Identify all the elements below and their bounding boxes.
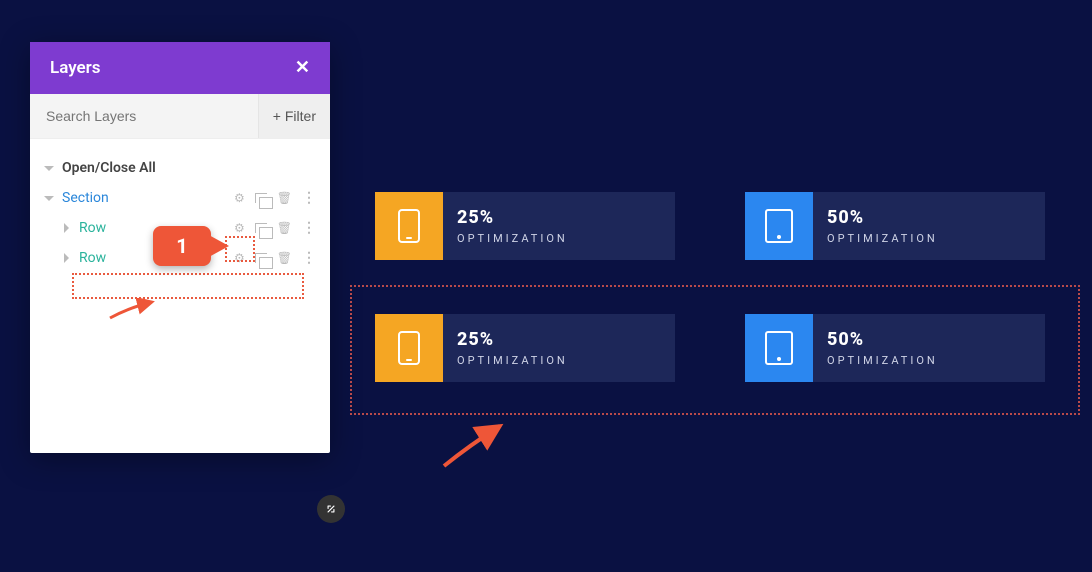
card-text: 25% OPTIMIZATION xyxy=(443,314,675,382)
resize-handle[interactable] xyxy=(317,495,345,523)
card-icon-cell xyxy=(745,314,813,382)
card-percent: 50% xyxy=(827,207,1031,228)
more-icon[interactable] xyxy=(302,220,316,236)
caret-down-icon xyxy=(44,196,54,201)
trash-icon[interactable] xyxy=(277,220,292,236)
card-text: 50% OPTIMIZATION xyxy=(813,314,1045,382)
tree-item-section[interactable]: Section xyxy=(40,183,320,213)
row-label: Row xyxy=(79,220,106,236)
card-label: OPTIMIZATION xyxy=(457,232,661,245)
trash-icon[interactable] xyxy=(277,190,292,206)
gear-icon[interactable] xyxy=(234,220,245,236)
callout-bubble: 1 xyxy=(153,226,211,266)
canvas: 25% OPTIMIZATION 50% OPTIMIZATION 25% OP… xyxy=(375,192,1045,436)
filter-button[interactable]: + Filter xyxy=(258,94,330,138)
search-row: + Filter xyxy=(30,94,330,139)
card-label: OPTIMIZATION xyxy=(457,354,661,367)
duplicate-icon[interactable] xyxy=(255,253,267,263)
section-label: Section xyxy=(62,190,109,206)
card-icon-cell xyxy=(375,314,443,382)
card-optimization[interactable]: 50% OPTIMIZATION xyxy=(745,192,1045,260)
card-row: 25% OPTIMIZATION 50% OPTIMIZATION xyxy=(375,314,1045,382)
plus-icon: + xyxy=(273,108,281,124)
tablet-icon xyxy=(765,331,793,365)
phone-icon xyxy=(398,331,420,365)
card-icon-cell xyxy=(745,192,813,260)
panel-title: Layers xyxy=(50,58,101,78)
close-icon[interactable]: ✕ xyxy=(295,59,310,77)
card-optimization[interactable]: 25% OPTIMIZATION xyxy=(375,192,675,260)
tree-actions xyxy=(234,220,316,236)
caret-right-icon xyxy=(64,253,69,263)
more-icon[interactable] xyxy=(302,190,316,206)
card-percent: 50% xyxy=(827,329,1031,350)
open-close-all[interactable]: Open/Close All xyxy=(40,153,320,183)
card-percent: 25% xyxy=(457,207,661,228)
gear-icon[interactable] xyxy=(234,190,245,206)
more-icon[interactable] xyxy=(302,250,316,266)
tree-actions xyxy=(234,250,316,266)
duplicate-icon[interactable] xyxy=(255,193,267,203)
card-icon-cell xyxy=(375,192,443,260)
card-optimization[interactable]: 25% OPTIMIZATION xyxy=(375,314,675,382)
card-label: OPTIMIZATION xyxy=(827,354,1031,367)
card-optimization[interactable]: 50% OPTIMIZATION xyxy=(745,314,1045,382)
card-label: OPTIMIZATION xyxy=(827,232,1031,245)
trash-icon[interactable] xyxy=(277,250,292,266)
tablet-icon xyxy=(765,209,793,243)
resize-icon xyxy=(324,502,338,516)
callout-number: 1 xyxy=(176,234,187,258)
row-label: Row xyxy=(79,250,106,266)
open-close-label: Open/Close All xyxy=(62,160,156,176)
gear-icon[interactable] xyxy=(234,250,245,266)
layer-tree: Open/Close All Section Row Row xyxy=(30,139,330,453)
tree-actions xyxy=(234,190,316,206)
caret-right-icon xyxy=(64,223,69,233)
filter-label: Filter xyxy=(285,108,316,124)
card-percent: 25% xyxy=(457,329,661,350)
caret-down-icon xyxy=(44,166,54,171)
search-input[interactable] xyxy=(30,94,258,138)
card-text: 50% OPTIMIZATION xyxy=(813,192,1045,260)
phone-icon xyxy=(398,209,420,243)
panel-header: Layers ✕ xyxy=(30,42,330,94)
card-text: 25% OPTIMIZATION xyxy=(443,192,675,260)
duplicate-icon[interactable] xyxy=(255,223,267,233)
card-row: 25% OPTIMIZATION 50% OPTIMIZATION xyxy=(375,192,1045,260)
